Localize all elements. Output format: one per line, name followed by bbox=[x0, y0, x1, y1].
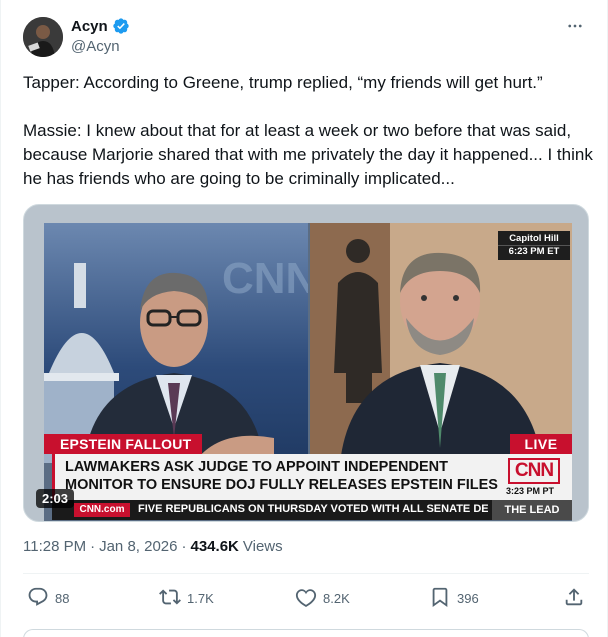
chyron-headline-line: LAWMAKERS ASK JUDGE TO APPOINT INDEPENDE… bbox=[65, 459, 448, 475]
video-duration: 2:03 bbox=[36, 489, 75, 508]
repost-button[interactable]: 1.7K bbox=[159, 586, 214, 611]
repost-icon bbox=[159, 586, 181, 611]
location-time: 6:23 PM ET bbox=[498, 245, 570, 258]
video-frame[interactable]: CNN Capitol Hill 6:23 PM ET EPSTEIN FALL… bbox=[44, 223, 572, 521]
video-player[interactable]: CNN Capitol Hill 6:23 PM ET EPSTEIN FALL… bbox=[23, 204, 589, 522]
tweet-paragraph: Massie: I knew about that for at least a… bbox=[23, 121, 593, 188]
location-label: Capitol Hill bbox=[509, 233, 559, 244]
tweet-meta: 11:28 PM · Jan 8, 2026 · 434.6K Views bbox=[23, 538, 283, 555]
reply-count: 88 bbox=[55, 591, 70, 606]
live-badge: LIVE bbox=[510, 434, 572, 454]
background-cnn-logo: CNN bbox=[222, 254, 308, 303]
ticker-brand: CNN.com bbox=[74, 503, 130, 517]
show-name: THE LEAD bbox=[492, 500, 572, 520]
chyron-tag: EPSTEIN FALLOUT bbox=[44, 434, 202, 454]
verified-badge-icon bbox=[112, 17, 130, 35]
ticker-text: FIVE REPUBLICANS ON THURSDAY VOTED WITH … bbox=[138, 503, 488, 515]
heart-icon bbox=[295, 586, 317, 611]
reply-icon bbox=[27, 586, 49, 611]
share-icon bbox=[563, 586, 585, 611]
chyron-time: 3:23 PM PT bbox=[506, 486, 555, 496]
location-badge: Capitol Hill 6:23 PM ET bbox=[498, 231, 570, 260]
like-count: 8.2K bbox=[323, 591, 350, 606]
bookmark-button[interactable]: 396 bbox=[429, 586, 479, 611]
chyron-headline-box: LAWMAKERS ASK JUDGE TO APPOINT INDEPENDE… bbox=[52, 454, 572, 500]
author-name-row[interactable]: Acyn bbox=[71, 17, 130, 35]
tweet-paragraph: Tapper: According to Greene, trump repli… bbox=[23, 73, 543, 92]
tweet-text: Tapper: According to Greene, trump repli… bbox=[23, 71, 593, 191]
views-count[interactable]: 434.6K bbox=[191, 538, 239, 555]
meta-separator: · bbox=[90, 538, 96, 555]
anchor-panel: CNN bbox=[44, 223, 317, 463]
reply-button[interactable]: 88 bbox=[27, 586, 69, 611]
tweet-date[interactable]: Jan 8, 2026 bbox=[99, 538, 177, 555]
author-name[interactable]: Acyn bbox=[71, 18, 108, 35]
meta-separator: · bbox=[181, 538, 187, 555]
chyron-headline-line: MONITOR TO ENSURE DOJ FULLY RELEASES EPS… bbox=[65, 477, 498, 493]
views-label: Views bbox=[242, 538, 283, 555]
reply-composer-edge bbox=[23, 629, 589, 637]
bookmark-icon bbox=[429, 586, 451, 611]
author-handle[interactable]: @Acyn bbox=[71, 38, 120, 55]
like-button[interactable]: 8.2K bbox=[295, 586, 350, 611]
divider bbox=[23, 573, 589, 574]
news-ticker: CNN.com FIVE REPUBLICANS ON THURSDAY VOT… bbox=[52, 500, 572, 520]
cnn-logo: CNN bbox=[508, 458, 560, 484]
repost-count: 1.7K bbox=[187, 591, 214, 606]
tweet-time[interactable]: 11:28 PM bbox=[23, 538, 86, 555]
author-avatar[interactable] bbox=[23, 17, 63, 57]
chyron-headline: LAWMAKERS ASK JUDGE TO APPOINT INDEPENDE… bbox=[65, 458, 505, 494]
bookmark-count: 396 bbox=[457, 591, 479, 606]
share-button[interactable] bbox=[563, 586, 585, 611]
more-icon[interactable] bbox=[565, 16, 585, 36]
tweet-card: Acyn @Acyn Tapper: According to Greene, … bbox=[0, 0, 608, 637]
action-bar: 88 1.7K 8.2K 396 bbox=[23, 586, 589, 612]
